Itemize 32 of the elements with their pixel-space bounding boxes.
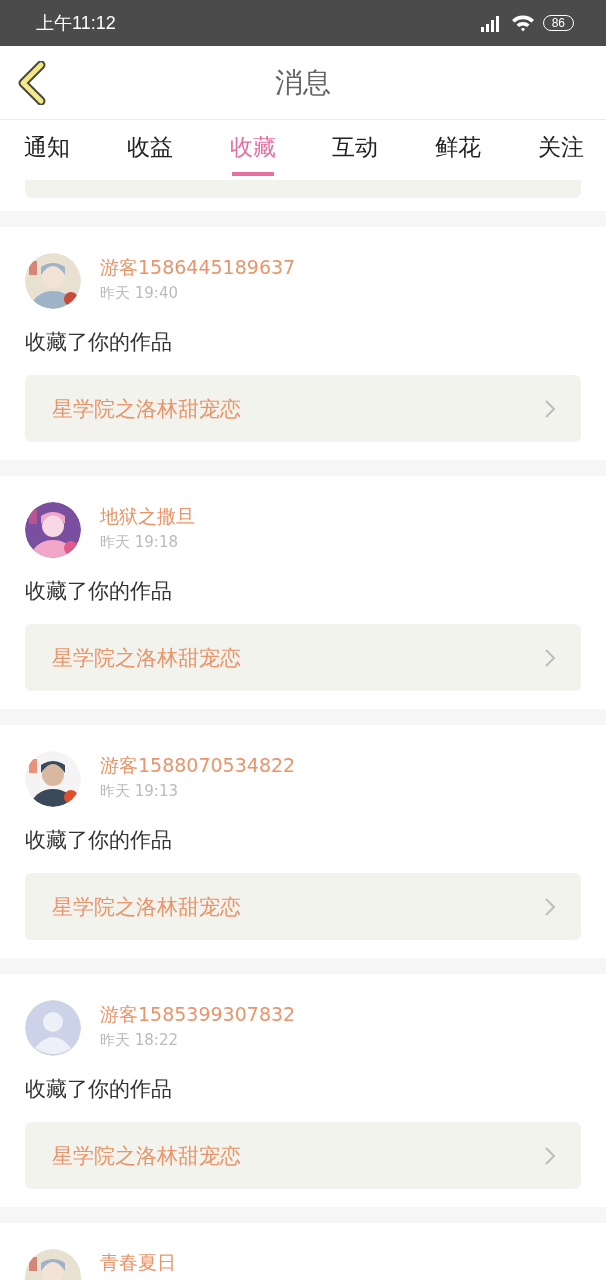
tab[interactable]: 收益 xyxy=(121,122,178,176)
message-text: 收藏了你的作品 xyxy=(25,578,173,605)
back-icon[interactable] xyxy=(17,61,47,105)
status-time: 上午11:12 xyxy=(36,12,116,35)
user-name[interactable]: 游客1585399307832 xyxy=(100,1001,296,1027)
work-link[interactable]: 星学院之洛林甜宠恋 xyxy=(25,375,581,442)
avatar-icon xyxy=(25,1000,81,1056)
message-time: 昨天 19:13 xyxy=(100,781,179,802)
page-title: 消息 xyxy=(275,64,331,101)
user-name[interactable]: 游客1586445189637 xyxy=(100,254,296,280)
chevron-right-icon xyxy=(544,398,556,419)
message-time: 昨天 19:18 xyxy=(100,532,179,553)
message-text: 收藏了你的作品 xyxy=(25,827,173,854)
message-time: 昨天 18:22 xyxy=(100,1030,179,1051)
tab[interactable]: 关注 xyxy=(533,122,584,176)
chevron-right-icon xyxy=(544,896,556,917)
chevron-right-icon xyxy=(544,647,556,668)
tab[interactable]: 收藏 xyxy=(224,122,281,176)
work-link[interactable]: 星学院之洛林甜宠恋 xyxy=(25,1122,581,1189)
chevron-right-icon xyxy=(544,1145,556,1166)
user-name[interactable]: 游客1588070534822 xyxy=(100,752,296,778)
wifi-icon xyxy=(510,14,535,32)
user-name[interactable]: 青春夏日 xyxy=(100,1249,176,1275)
message-text: 收藏了你的作品 xyxy=(25,1076,173,1103)
work-link[interactable]: 星学院之洛林甜宠恋 xyxy=(25,873,581,940)
tab[interactable]: 鲜花 xyxy=(430,122,487,176)
user-name[interactable]: 地狱之撒旦 xyxy=(100,503,195,529)
tab[interactable]: 通知 xyxy=(24,122,75,176)
tab[interactable]: 互动 xyxy=(327,122,384,176)
message-time: 昨天 19:40 xyxy=(100,283,179,304)
work-link[interactable]: 星学院之洛林甜宠恋 xyxy=(25,624,581,691)
message-text: 收藏了你的作品 xyxy=(25,329,173,356)
